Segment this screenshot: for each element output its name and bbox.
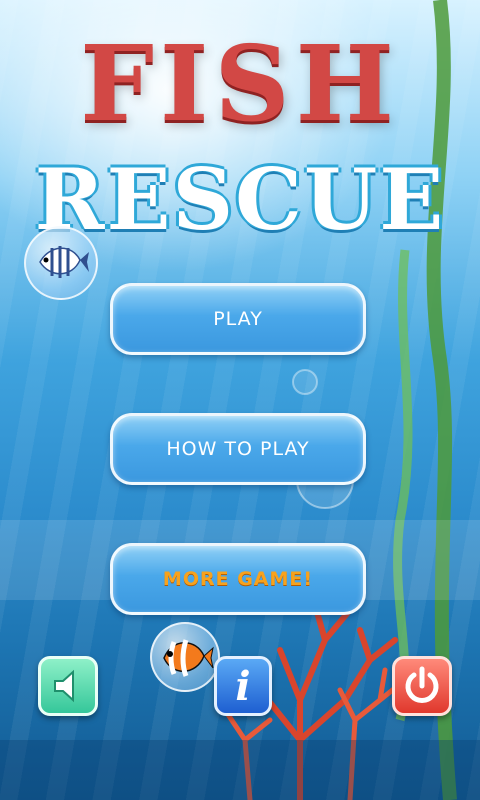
clownfish-icon: [163, 639, 214, 677]
info-icon: i: [235, 663, 251, 710]
fish-bubble: [24, 226, 98, 300]
sound-toggle-button[interactable]: [38, 656, 98, 716]
clownfish-bubble: [150, 622, 220, 692]
power-exit-button[interactable]: [392, 656, 452, 716]
power-icon: [405, 666, 439, 703]
how-to-play-button[interactable]: HOW TO PLAY: [110, 413, 366, 485]
more-games-button[interactable]: MORE GAME!: [110, 543, 366, 615]
striped-fish-icon: [39, 246, 89, 278]
play-button[interactable]: PLAY: [110, 283, 366, 355]
game-title-fish: FISH: [80, 22, 400, 145]
info-button[interactable]: i: [214, 656, 272, 716]
speaker-icon: [54, 669, 74, 703]
